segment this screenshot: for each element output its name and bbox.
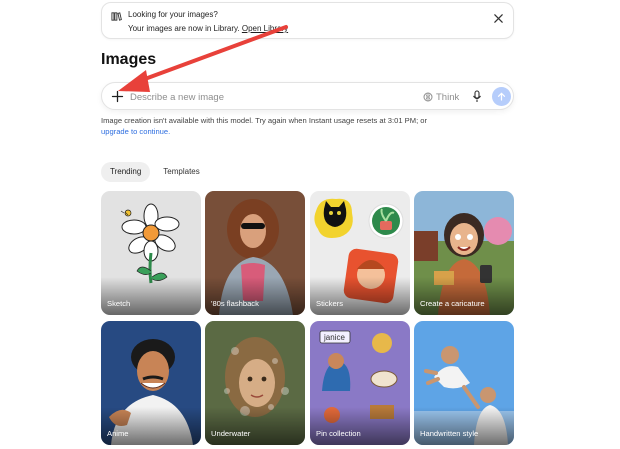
open-library-link[interactable]: Open Library (242, 24, 288, 33)
tile-shade (205, 277, 305, 315)
upgrade-link[interactable]: upgrade to continue. (101, 127, 170, 136)
tile-shade (101, 407, 201, 445)
tile-shade (101, 277, 201, 315)
svg-text:janice: janice (323, 333, 345, 342)
library-notice-banner: Looking for your images? Your images are… (101, 2, 514, 39)
usage-limit-notice: Image creation isn't available with this… (101, 115, 521, 137)
tile-label: Sketch (107, 299, 131, 308)
tile-label: Stickers (316, 299, 344, 308)
tile-label: '80s flashback (211, 299, 259, 308)
plus-icon[interactable] (111, 90, 124, 103)
tile-label: Anime (107, 429, 129, 438)
microphone-icon[interactable] (472, 90, 482, 103)
think-label: Think (436, 91, 460, 103)
style-tile-sketch[interactable]: Sketch (101, 191, 201, 315)
style-tabs: Trending Templates (101, 162, 209, 182)
style-tile-stickers[interactable]: Stickers (310, 191, 410, 315)
banner-title: Looking for your images? (128, 10, 218, 19)
tile-shade (310, 407, 410, 445)
style-tile-handwritten-style[interactable]: Handwritten style (414, 321, 514, 445)
arrow-up-icon (497, 92, 506, 101)
send-button[interactable] (492, 87, 511, 106)
style-tile-create-a-caricature[interactable]: Create a caricature (414, 191, 514, 315)
library-icon (111, 12, 122, 21)
tile-shade (414, 407, 514, 445)
tile-label: Handwritten style (420, 429, 479, 438)
tab-trending[interactable]: Trending (101, 162, 151, 182)
close-icon[interactable] (493, 13, 504, 24)
page-title: Images (101, 51, 157, 68)
style-tile-anime[interactable]: Anime (101, 321, 201, 445)
tab-templates[interactable]: Templates (154, 162, 208, 182)
tile-shade (205, 407, 305, 445)
tile-shade (414, 277, 514, 315)
tile-label: Pin collection (316, 429, 361, 438)
style-tile-80s-flashback[interactable]: '80s flashback (205, 191, 305, 315)
style-tile-pin-collection[interactable]: janice Pin collection (310, 321, 410, 445)
notice-text: Image creation isn't available with this… (101, 116, 428, 125)
tile-shade (310, 277, 410, 315)
image-prompt-bar: Think (101, 82, 514, 110)
tile-label: Underwater (211, 429, 251, 438)
describe-image-input[interactable] (130, 89, 400, 105)
think-icon (423, 92, 433, 102)
banner-message: Your images are now in Library. (128, 24, 240, 33)
tile-label: Create a caricature (420, 299, 485, 308)
think-button[interactable]: Think (423, 90, 459, 104)
style-tile-underwater[interactable]: Underwater (205, 321, 305, 445)
banner-text: Your images are now in Library. Open Lib… (128, 24, 288, 33)
